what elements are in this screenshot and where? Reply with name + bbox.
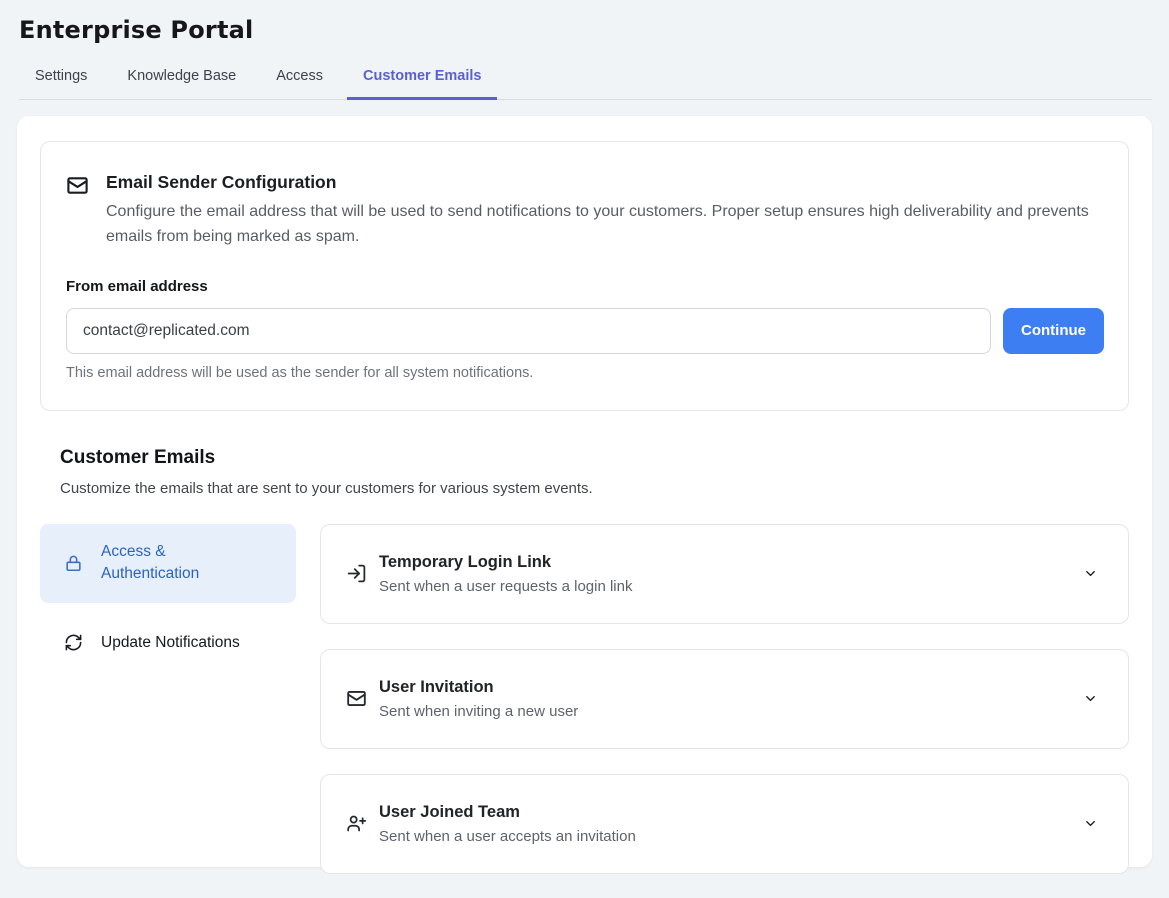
sidebar-item-update-notifications[interactable]: Update Notifications bbox=[40, 619, 296, 667]
customer-emails-subtitle: Customize the emails that are sent to yo… bbox=[60, 480, 1129, 497]
from-email-helper: This email address will be used as the s… bbox=[66, 365, 1104, 381]
continue-button[interactable]: Continue bbox=[1003, 308, 1104, 354]
email-template-list: Temporary Login Link Sent when a user re… bbox=[320, 524, 1129, 874]
main-panel: Email Sender Configuration Configure the… bbox=[17, 116, 1152, 867]
page-header: Enterprise Portal Settings Knowledge Bas… bbox=[0, 0, 1169, 100]
mail-icon bbox=[346, 688, 367, 709]
from-email-label: From email address bbox=[66, 278, 1104, 295]
sidebar-item-label: Access & Authentication bbox=[101, 541, 241, 586]
email-card-description: Sent when inviting a new user bbox=[379, 703, 1071, 720]
lock-icon bbox=[64, 553, 83, 574]
email-category-sidebar: Access & Authentication Update Notificat… bbox=[40, 524, 296, 667]
chevron-down-icon[interactable] bbox=[1083, 566, 1098, 581]
from-email-row: Continue bbox=[66, 308, 1104, 354]
page-title: Enterprise Portal bbox=[19, 16, 1152, 44]
user-plus-icon bbox=[346, 813, 367, 834]
email-card-description: Sent when a user requests a login link bbox=[379, 578, 1071, 595]
email-card-description: Sent when a user accepts an invitation bbox=[379, 828, 1071, 845]
tab-bar: Settings Knowledge Base Access Customer … bbox=[19, 58, 1152, 100]
tab-customer-emails[interactable]: Customer Emails bbox=[347, 58, 497, 99]
login-icon bbox=[346, 563, 367, 584]
email-card-user-invitation[interactable]: User Invitation Sent when inviting a new… bbox=[320, 649, 1129, 749]
sidebar-item-access-authentication[interactable]: Access & Authentication bbox=[40, 524, 296, 603]
tab-knowledge-base[interactable]: Knowledge Base bbox=[111, 58, 252, 99]
email-card-title: User Joined Team bbox=[379, 803, 1071, 822]
email-sender-description: Configure the email address that will be… bbox=[106, 200, 1104, 250]
email-sender-card: Email Sender Configuration Configure the… bbox=[40, 141, 1129, 411]
mail-icon bbox=[66, 172, 89, 250]
email-sender-header: Email Sender Configuration Configure the… bbox=[66, 172, 1104, 250]
sidebar-item-label: Update Notifications bbox=[101, 632, 240, 654]
email-card-title: Temporary Login Link bbox=[379, 553, 1071, 572]
tab-settings[interactable]: Settings bbox=[19, 58, 103, 99]
email-card-title: User Invitation bbox=[379, 678, 1071, 697]
chevron-down-icon[interactable] bbox=[1083, 816, 1098, 831]
customer-emails-grid: Access & Authentication Update Notificat… bbox=[40, 524, 1129, 874]
customer-emails-title: Customer Emails bbox=[60, 447, 1129, 469]
email-sender-title: Email Sender Configuration bbox=[106, 172, 1104, 193]
from-email-input[interactable] bbox=[66, 308, 991, 354]
tab-access[interactable]: Access bbox=[260, 58, 339, 99]
email-card-user-joined-team[interactable]: User Joined Team Sent when a user accept… bbox=[320, 774, 1129, 874]
email-card-temporary-login-link[interactable]: Temporary Login Link Sent when a user re… bbox=[320, 524, 1129, 624]
refresh-icon bbox=[64, 633, 83, 652]
chevron-down-icon[interactable] bbox=[1083, 691, 1098, 706]
